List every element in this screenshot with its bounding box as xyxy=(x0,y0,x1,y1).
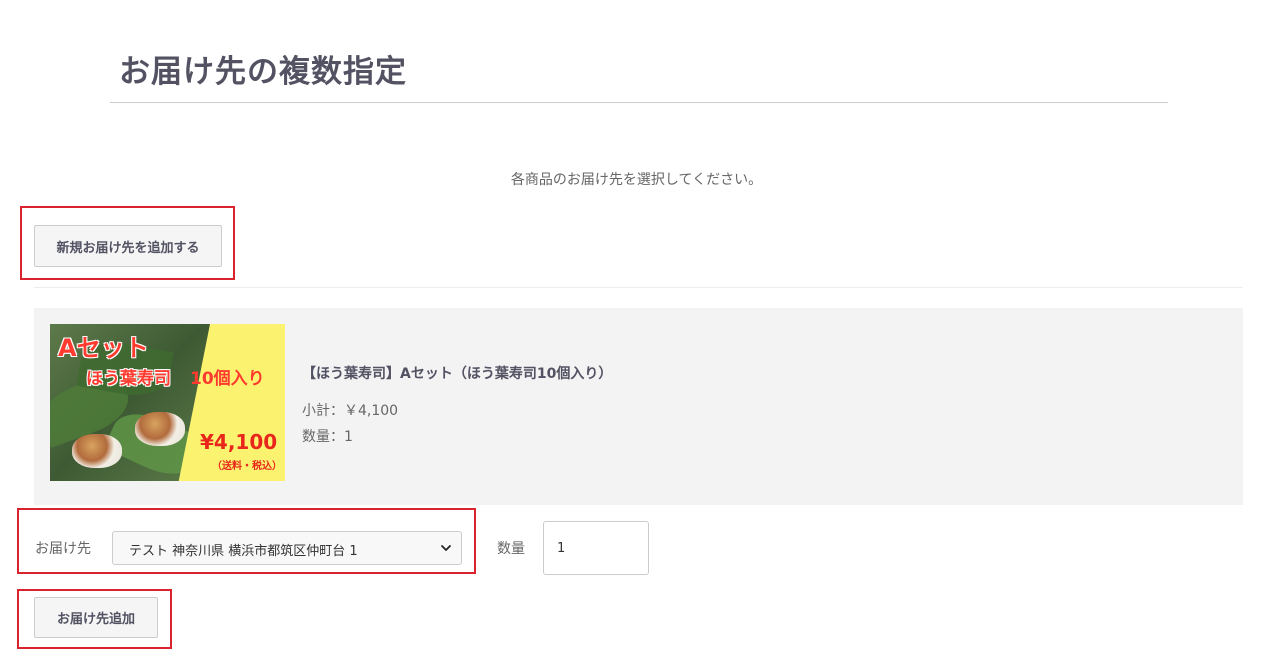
item-subtotal: 小計：￥4,100 xyxy=(302,403,399,419)
instruction-text: 各商品のお届け先を選択してください。 xyxy=(510,172,763,188)
thumbnail-product-label: ほう葉寿司 xyxy=(86,369,171,389)
item-name: 【ほう葉寿司】Aセット（ほう葉寿司10個入り） xyxy=(302,366,613,382)
page-title: お届け先の複数指定 xyxy=(119,54,407,90)
destination-selected-value: テスト 神奈川県 横浜市都筑区仲町台 1 xyxy=(129,544,358,559)
thumbnail-count-label: 10個入り xyxy=(190,369,265,389)
add-destination-button[interactable]: お届け先追加 xyxy=(34,597,158,638)
thumbnail-set-label: Aセット xyxy=(58,334,149,362)
product-thumbnail[interactable]: Aセット ほう葉寿司 10個入り ¥4,100 （送料・税込） xyxy=(50,324,285,481)
chevron-down-icon xyxy=(441,545,451,551)
title-divider xyxy=(110,102,1168,103)
destination-select[interactable]: テスト 神奈川県 横浜市都筑区仲町台 1 xyxy=(112,531,462,565)
sushi-graphic xyxy=(72,434,122,468)
item-quantity: 数量：1 xyxy=(302,429,353,445)
quantity-label: 数量 xyxy=(497,541,525,557)
sushi-graphic xyxy=(135,412,185,446)
section-divider xyxy=(34,287,1243,288)
add-new-address-button[interactable]: 新規お届け先を追加する xyxy=(34,225,222,267)
thumbnail-price-label: ¥4,100 xyxy=(200,430,278,454)
destination-label: お届け先 xyxy=(35,541,91,557)
cart-item: Aセット ほう葉寿司 10個入り ¥4,100 （送料・税込） 【ほう葉寿司】A… xyxy=(34,308,1243,505)
thumbnail-note-label: （送料・税込） xyxy=(212,461,282,472)
quantity-input[interactable] xyxy=(543,521,649,575)
